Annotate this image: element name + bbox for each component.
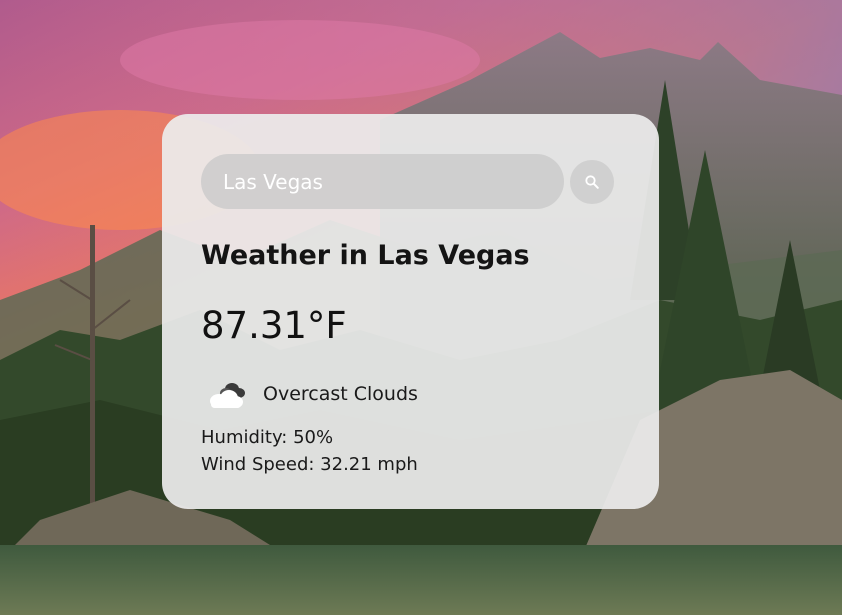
- overcast-clouds-icon: [210, 383, 245, 408]
- search-input[interactable]: [201, 154, 564, 209]
- wind-speed: Wind Speed: 32.21 mph: [201, 454, 418, 475]
- humidity: Humidity: 50%: [201, 427, 334, 448]
- search-button[interactable]: [570, 159, 614, 204]
- search-bar: [201, 154, 619, 209]
- temperature: 87.31°F: [201, 304, 347, 347]
- search-icon: [585, 174, 599, 189]
- details: Humidity: 50% Wind Speed: 32.21 mph: [201, 424, 619, 478]
- condition-text: Overcast Clouds: [263, 383, 418, 405]
- weather-title: Weather in Las Vegas: [201, 240, 530, 271]
- condition-row: Overcast Clouds: [201, 374, 619, 414]
- weather-card: Weather in Las Vegas 87.31°F Overcast Cl…: [162, 114, 659, 509]
